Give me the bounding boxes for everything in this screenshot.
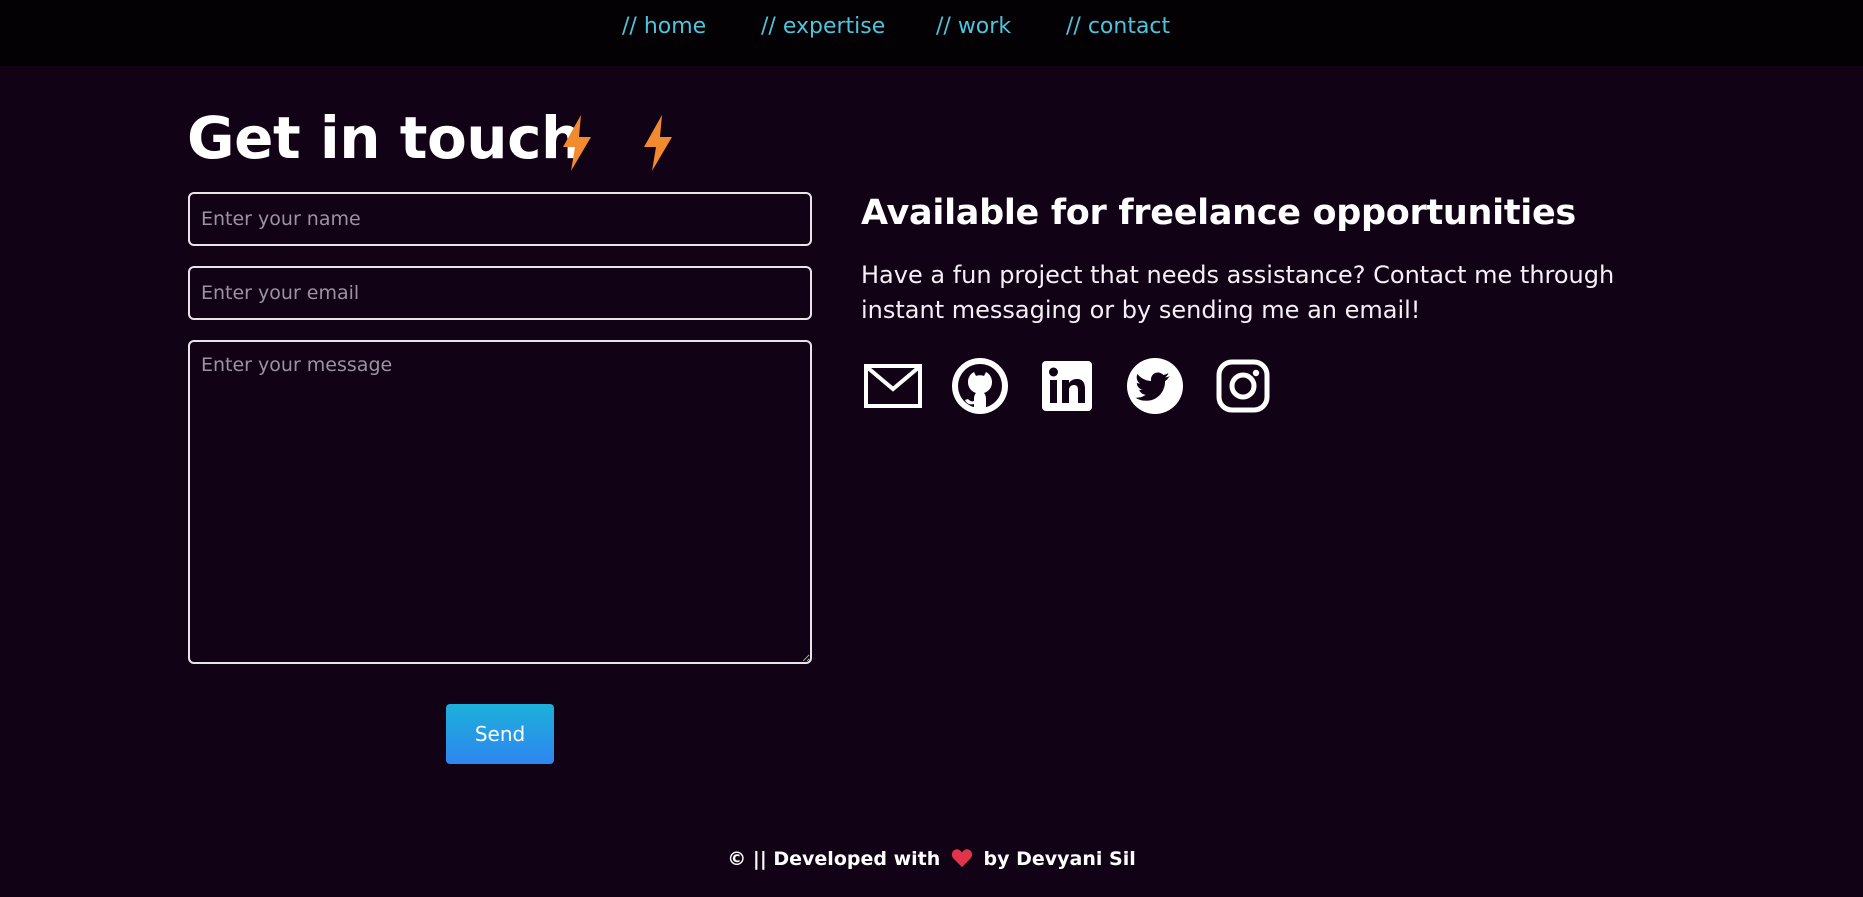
send-button[interactable]: Send — [446, 704, 554, 764]
page-title: Get in touch — [187, 104, 582, 172]
lightning-icon — [644, 115, 672, 171]
footer-prefix: © || Developed with — [727, 848, 941, 870]
github-icon[interactable] — [950, 356, 1010, 416]
nav-work-link[interactable]: // work — [936, 14, 1011, 39]
nav-home-link[interactable]: // home — [622, 14, 706, 39]
linkedin-icon[interactable] — [1037, 356, 1097, 416]
instagram-icon[interactable] — [1213, 356, 1273, 416]
footer: © || Developed with by Devyani Sil — [0, 848, 1863, 870]
message-textarea[interactable] — [188, 340, 812, 664]
lightning-icon — [563, 115, 591, 171]
email-input[interactable] — [188, 266, 812, 320]
freelance-description: Have a fun project that needs assistance… — [861, 261, 1615, 324]
nav-contact-link[interactable]: // contact — [1066, 14, 1170, 39]
twitter-icon[interactable] — [1125, 356, 1185, 416]
top-nav: // home // expertise // work // contact — [0, 0, 1863, 66]
heart-icon — [951, 849, 973, 868]
freelance-heading: Available for freelance opportunities — [861, 193, 1576, 233]
nav-expertise-link[interactable]: // expertise — [761, 14, 885, 39]
mail-icon[interactable] — [863, 356, 923, 416]
footer-suffix: by Devyani Sil — [983, 848, 1136, 870]
name-input[interactable] — [188, 192, 812, 246]
